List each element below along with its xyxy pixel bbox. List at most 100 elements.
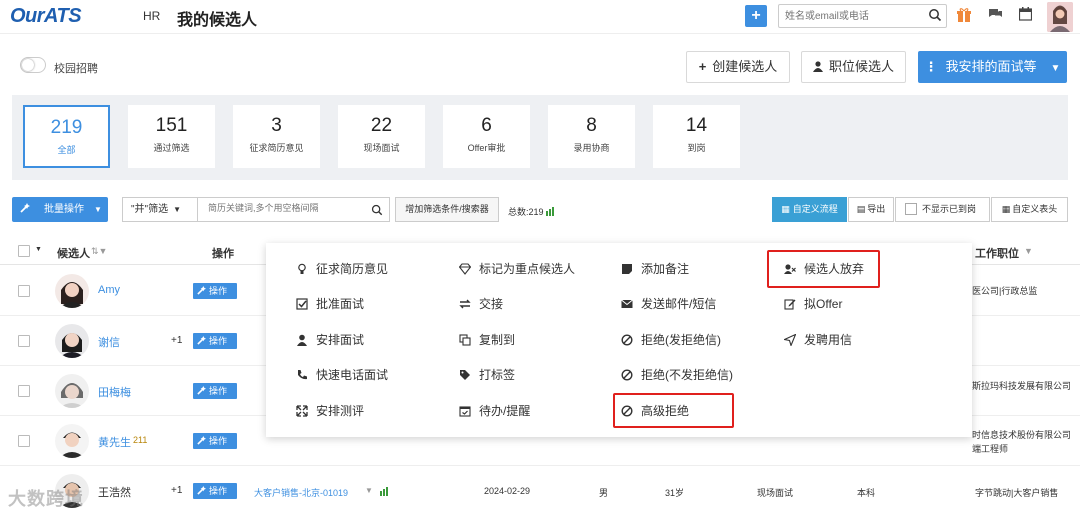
search-icon[interactable] — [371, 204, 383, 216]
quick-add-button[interactable]: + — [745, 5, 767, 27]
stat-offer-approval[interactable]: 6 Offer审批 — [443, 105, 530, 168]
ban-icon — [621, 334, 633, 346]
stat-passed-screening[interactable]: 151 通过筛选 — [128, 105, 215, 168]
menu-item-schedule-assessment[interactable]: 安排测评 — [296, 402, 364, 420]
stat-label: 录用协商 — [573, 143, 610, 153]
operation-button[interactable]: 操作 — [193, 433, 237, 449]
operation-button[interactable]: 操作 — [193, 483, 237, 499]
filter-icon[interactable]: ▼ — [1024, 246, 1033, 256]
menu-item-send-employment-letter[interactable]: 发聘用信 — [784, 331, 852, 349]
menu-item-label: 发送邮件/短信 — [641, 297, 717, 311]
stat-onboarded[interactable]: 14 到岗 — [653, 105, 740, 168]
stage-stats-panel: 219 全部 151 通过筛选 3 征求简历意见 22 现场面试 6 Offer审批 8 录… — [12, 95, 1068, 180]
search-input[interactable] — [785, 8, 925, 24]
stat-value: 3 — [271, 115, 282, 136]
custom-columns-button[interactable]: ▦ 自定义表头 — [991, 197, 1068, 222]
caret-down-icon[interactable]: ▼ — [35, 246, 42, 253]
menu-item-label: 快速电话面试 — [316, 368, 389, 382]
chat-icon[interactable] — [988, 7, 1003, 21]
filter-icon[interactable]: ▼ — [365, 486, 373, 495]
menu-item-mark-key-candidate[interactable]: 标记为重点候选人 — [459, 260, 575, 278]
menu-item-add-tag[interactable]: 打标签 — [459, 366, 515, 384]
menu-item-label: 安排面试 — [316, 333, 365, 347]
create-candidate-button[interactable]: + 创建候选人 — [686, 51, 790, 83]
phone-icon — [298, 370, 307, 380]
candidate-name[interactable]: 王浩然 — [98, 484, 131, 500]
global-search[interactable] — [778, 4, 947, 28]
row-checkbox[interactable] — [18, 385, 30, 397]
table-row[interactable]: 王浩然 +1 操作 大客户销售-北京-01019 ▼ 2024-02-29 男 … — [0, 466, 1080, 516]
stat-hire-negotiation[interactable]: 8 录用协商 — [548, 105, 635, 168]
hide-onboarded-checkbox[interactable]: 不显示已到岗 — [895, 197, 990, 222]
position-candidate-button[interactable]: 职位候选人 — [801, 51, 906, 83]
menu-item-reject-without-letter[interactable]: 拒绝(不发拒绝信) — [621, 366, 733, 384]
stat-all[interactable]: 219 全部 — [23, 105, 110, 168]
row-checkbox[interactable] — [18, 335, 30, 347]
extra-count[interactable]: +1 — [171, 485, 182, 496]
stat-label: 全部 — [57, 145, 76, 155]
menu-item-label: 添加备注 — [641, 262, 690, 276]
candidate-name[interactable]: 黄先生 — [98, 434, 131, 450]
menu-item-send-email-sms[interactable]: 发送邮件/短信 — [621, 295, 716, 313]
calendar-icon[interactable] — [1019, 7, 1032, 21]
menu-item-add-note[interactable]: 添加备注 — [621, 260, 689, 278]
menu-item-label: 批准面试 — [316, 297, 365, 311]
resume-keyword-search[interactable] — [198, 197, 390, 222]
select-all-checkbox[interactable] — [18, 245, 30, 257]
stat-resume-opinion[interactable]: 3 征求简历意见 — [233, 105, 320, 168]
stat-label: 到岗 — [687, 143, 706, 153]
search-icon[interactable] — [928, 8, 942, 22]
add-filter-button[interactable]: 增加筛选条件/搜索器 — [395, 197, 499, 222]
stat-value: 14 — [685, 115, 708, 136]
menu-item-quick-phone-interview[interactable]: 快速电话面试 — [296, 366, 388, 384]
app-logo[interactable]: OurATS — [10, 5, 82, 28]
extra-count[interactable]: +1 — [171, 335, 182, 346]
expand-icon — [296, 405, 308, 417]
my-interviews-dropdown[interactable]: ⋮ 我安排的面试等 ▼ — [918, 51, 1067, 83]
candidate-name[interactable]: Amy — [98, 284, 120, 296]
degree-cell: 本科 — [857, 488, 876, 498]
wand-icon — [20, 203, 30, 213]
custom-workflow-label: 自定义流程 — [792, 204, 838, 214]
export-button[interactable]: ▤ 导出 — [848, 197, 894, 222]
menu-item-draft-offer[interactable]: 拟Offer — [784, 295, 842, 313]
caret-down-icon: ▼ — [173, 205, 182, 214]
row-checkbox[interactable] — [18, 435, 30, 447]
operation-button[interactable]: 操作 — [193, 383, 237, 399]
wand-icon — [197, 386, 206, 395]
campus-recruit-toggle[interactable] — [20, 57, 46, 73]
applied-position-link[interactable]: 大客户销售-北京-01019 — [254, 486, 348, 499]
menu-item-todo-reminder[interactable]: 待办/提醒 — [459, 402, 530, 420]
batch-operations-label: 批量操作 — [44, 204, 84, 215]
operation-button[interactable]: 操作 — [193, 283, 237, 299]
candidate-name[interactable]: 田梅梅 — [98, 384, 131, 400]
custom-workflow-button[interactable]: ▦ 自定义流程 — [772, 197, 847, 222]
operation-button[interactable]: 操作 — [193, 333, 237, 349]
user-avatar[interactable] — [1047, 2, 1073, 32]
menu-item-label: 征求简历意见 — [316, 262, 389, 276]
work-position-cell: 医公司|行政总监 — [972, 286, 1038, 296]
sort-filter-icon[interactable]: ⇅▼ — [91, 246, 107, 257]
row-checkbox[interactable] — [18, 285, 30, 297]
menu-item-reject-with-letter[interactable]: 拒绝(发拒绝信) — [621, 331, 721, 349]
menu-item-request-resume-opinion[interactable]: 征求简历意见 — [296, 260, 388, 278]
filter-mode-select[interactable]: "并"筛选 ▼ — [122, 197, 198, 222]
candidate-column-header: 候选人 — [57, 248, 90, 260]
operation-label: 操作 — [209, 336, 228, 346]
menu-item-handover[interactable]: 交接 — [459, 295, 503, 313]
checkbox-box[interactable] — [905, 203, 917, 215]
keyword-input[interactable] — [208, 203, 368, 213]
menu-item-copy-to[interactable]: 复制到 — [459, 331, 515, 349]
gift-icon[interactable] — [957, 7, 971, 23]
ban-icon — [621, 369, 633, 381]
stat-label: 现场面试 — [363, 143, 400, 153]
menu-item-approve-interview[interactable]: 批准面试 — [296, 295, 364, 313]
batch-operations-dropdown[interactable]: 批量操作 ▼ — [12, 197, 108, 222]
bar-chart-icon[interactable] — [380, 487, 390, 496]
bar-chart-icon[interactable] — [545, 207, 556, 216]
stat-onsite-interview[interactable]: 22 现场面试 — [338, 105, 425, 168]
candidate-name[interactable]: 谢信 — [98, 334, 120, 350]
page-title: 我的候选人 — [177, 12, 258, 29]
menu-item-schedule-interview[interactable]: 安排面试 — [296, 331, 364, 349]
stat-label: Offer审批 — [467, 143, 506, 153]
